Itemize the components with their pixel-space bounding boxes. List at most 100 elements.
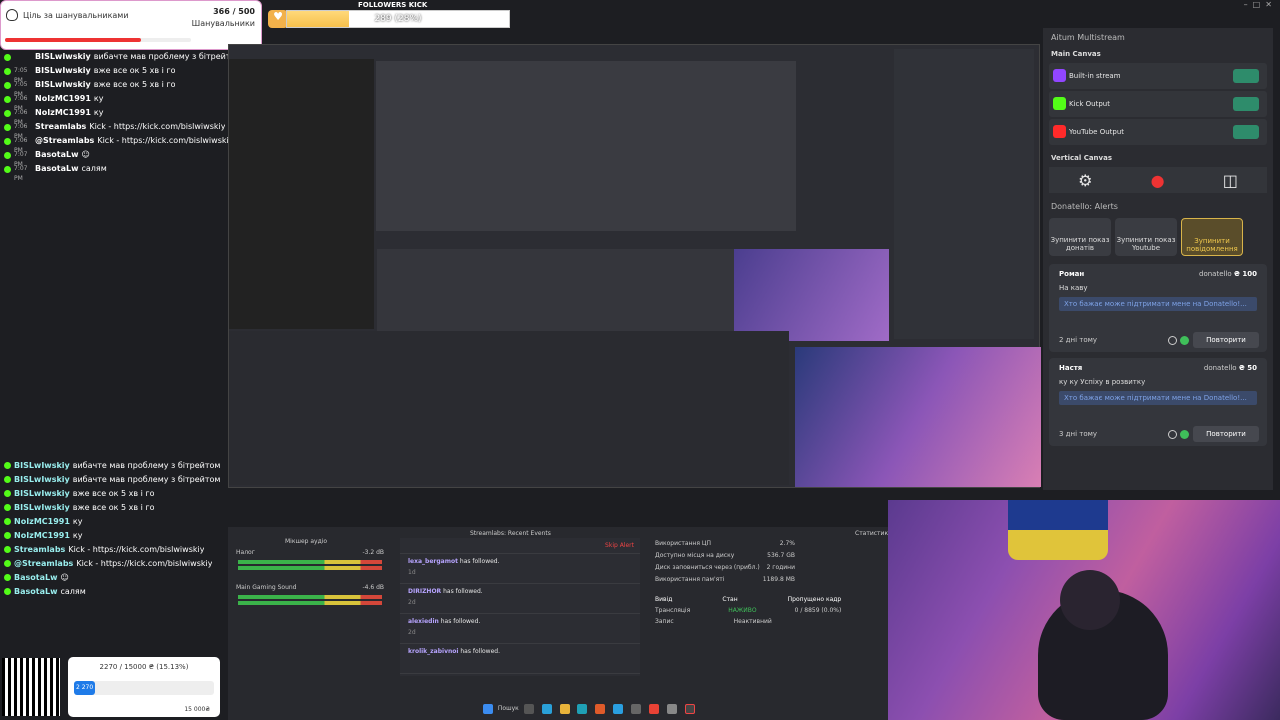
folder-icon[interactable] bbox=[559, 704, 570, 714]
edge-icon[interactable] bbox=[577, 704, 588, 714]
alert-buttons: Зупинити показ донатів Зупинити показ Yo… bbox=[1043, 216, 1273, 258]
recent-events-panel: Streamlabs: Recent Events Skip Alert lex… bbox=[400, 530, 640, 676]
output-row: Kick Output bbox=[1049, 91, 1267, 117]
kick-badge-icon bbox=[4, 462, 11, 469]
obs-icon[interactable] bbox=[685, 704, 695, 714]
heart-icon: ♥ bbox=[268, 10, 288, 28]
stream-row: Трансляція НАЖИВО 0 / 8859 (0.0%) bbox=[655, 607, 842, 614]
status-icon bbox=[1180, 336, 1189, 345]
goal-count: 366 / 500 Шанувальники bbox=[191, 7, 255, 28]
nested-webcam-preview bbox=[734, 249, 889, 341]
follower-goal-widget: Ціль за шанувальниками 366 / 500 Шануваль… bbox=[0, 0, 262, 50]
start-icon[interactable] bbox=[483, 704, 493, 714]
chat-message: 7:06 PM Streamlabs Kick - https://kick.com… bbox=[0, 122, 228, 140]
audio-mixer: Мікшер аудіо Налог -3.2 dB Main Gaming So… bbox=[230, 538, 390, 678]
platform-icon bbox=[1053, 125, 1066, 138]
app-icon[interactable] bbox=[541, 704, 552, 714]
chat-message: NoIzMC1991 ку bbox=[0, 516, 228, 528]
mixer-ch2: Main Gaming Sound -4.6 dB bbox=[236, 584, 384, 591]
event-row: krolik_zabivnoi has followed. bbox=[400, 644, 640, 674]
main-canvas-label: Main Canvas bbox=[1051, 50, 1101, 58]
output-row: Built-in stream bbox=[1049, 63, 1267, 89]
stop-notifications-button[interactable]: Зупинити повідомлення bbox=[1181, 218, 1243, 256]
chat-message: 7:06 PM NoIzMC1991 ку bbox=[0, 94, 228, 112]
alerts-header: Donatello: Alerts bbox=[1051, 202, 1118, 211]
chat-message: 7:07 PM BasotaLw ☺ bbox=[0, 150, 228, 168]
events-toolbar: Skip Alert bbox=[400, 538, 640, 554]
nested-right-panel bbox=[894, 49, 1034, 339]
events-title: Streamlabs: Recent Events bbox=[470, 530, 551, 537]
eye-icon[interactable] bbox=[1168, 430, 1177, 439]
chrome-icon[interactable] bbox=[649, 704, 660, 714]
kick-badge-icon bbox=[4, 532, 11, 539]
telegram-icon[interactable] bbox=[613, 704, 624, 714]
nested-obs-dock bbox=[229, 331, 789, 485]
kick-badge-icon bbox=[4, 124, 11, 131]
stat-row: Використання пам'яті 1189.8 MB bbox=[655, 576, 795, 583]
heart-icon bbox=[6, 9, 18, 21]
kick-badge-icon bbox=[4, 166, 11, 173]
repeat-button[interactable]: Повторити bbox=[1193, 332, 1259, 348]
kick-badge-icon bbox=[4, 518, 11, 525]
vertical-canvas-label: Vertical Canvas bbox=[1051, 154, 1112, 162]
chat-overlay: BISLwIwskiy вибачте мав проблему з бітрей… bbox=[0, 458, 228, 653]
eye-icon[interactable] bbox=[1168, 336, 1177, 345]
kick-badge-icon bbox=[4, 82, 11, 89]
streamer-head bbox=[1060, 570, 1120, 630]
stop-donations-button[interactable]: Зупинити показ донатів bbox=[1049, 218, 1111, 256]
chat-message: BasotaLw салям bbox=[0, 586, 228, 598]
chat-message: 7:05 PM BISLwIwskiy вже все ок 5 хв і го bbox=[0, 80, 228, 98]
kick-goal-bar: 289 (28%) bbox=[286, 10, 510, 28]
nested-webcam-large bbox=[795, 347, 1041, 487]
qr-code bbox=[2, 658, 60, 716]
donation-card: Роман donatello ₴ 100 На каву Хто бажає мож… bbox=[1049, 264, 1267, 352]
window-controls[interactable]: – □ ✕ bbox=[1180, 0, 1280, 10]
chat-icon[interactable]: ◫ bbox=[1223, 171, 1238, 190]
output-toggle[interactable] bbox=[1233, 69, 1259, 83]
chat-message: @Streamlabs Kick - https://kick.com/bislw… bbox=[0, 558, 228, 570]
kick-badge-icon bbox=[4, 54, 11, 61]
event-row: DIRIZHOR has followed. 2d bbox=[400, 584, 640, 614]
kick-badge-icon bbox=[4, 476, 11, 483]
chat-message: NoIzMC1991 ку bbox=[0, 530, 228, 542]
app-icon[interactable] bbox=[523, 704, 534, 714]
webcam-feed bbox=[888, 500, 1280, 720]
record-row: Запис Неактивний bbox=[655, 618, 772, 625]
chat-message: BasotaLw ☺ bbox=[0, 572, 228, 584]
mixer-title: Мікшер аудіо bbox=[285, 538, 328, 545]
stat-row: Диск заповниться через (прибл.) 2 години bbox=[655, 564, 795, 571]
skip-alert-button[interactable]: Skip Alert bbox=[605, 542, 634, 549]
goal-title: Ціль за шанувальниками bbox=[23, 11, 129, 20]
chat-message: 7:06 PM @Streamlabs Kick - https://kick.co… bbox=[0, 136, 228, 154]
stats-panel: Статистика Використання ЦП 2.7% Доступно м… bbox=[655, 530, 892, 640]
kick-badge-icon bbox=[4, 504, 11, 511]
tip-text: 2270 / 15000 ₴ (15.13%) bbox=[99, 663, 189, 671]
event-row: lexa_bergamot has followed. 1d bbox=[400, 554, 640, 584]
chat-panel: BISLwIwskiy вибачте мав проблему з бітрей… bbox=[0, 50, 228, 230]
kick-badge-icon bbox=[4, 546, 11, 553]
chat-message: Streamlabs Kick - https://kick.com/bislwi… bbox=[0, 544, 228, 556]
audio-meter bbox=[238, 601, 382, 605]
kick-badge-icon bbox=[4, 588, 11, 595]
aitum-multistream-panel: Aitum Multistream Main Canvas Built-in s… bbox=[1043, 28, 1273, 490]
kick-badge-icon bbox=[4, 574, 11, 581]
app-icon[interactable] bbox=[631, 704, 642, 714]
gear-icon[interactable]: ⚙ bbox=[1078, 171, 1092, 190]
audio-meter bbox=[238, 566, 382, 570]
stop-youtube-button[interactable]: Зупинити показ Youtube bbox=[1115, 218, 1177, 256]
repeat-button[interactable]: Повторити bbox=[1193, 426, 1259, 442]
platform-icon bbox=[1053, 69, 1066, 82]
stat-row: Доступно місця на диску 536.7 GB bbox=[655, 552, 795, 559]
app-icon[interactable] bbox=[595, 704, 606, 714]
kick-followers-goal: FOLLOWERS KICK ♥ 289 (28%) bbox=[268, 0, 510, 30]
search-button[interactable]: Пошук bbox=[498, 705, 519, 712]
record-icon[interactable]: ● bbox=[1151, 171, 1165, 190]
output-toggle[interactable] bbox=[1233, 125, 1259, 139]
kick-goal-value: 289 (28%) bbox=[374, 14, 422, 24]
kick-badge-icon bbox=[4, 560, 11, 567]
chat-message: BISLwIwskiy вже все ок 5 хв і го bbox=[0, 488, 228, 500]
obs-preview-capture bbox=[228, 44, 1041, 488]
output-toggle[interactable] bbox=[1233, 97, 1259, 111]
platform-icon bbox=[1053, 97, 1066, 110]
settings-icon[interactable] bbox=[667, 704, 678, 714]
